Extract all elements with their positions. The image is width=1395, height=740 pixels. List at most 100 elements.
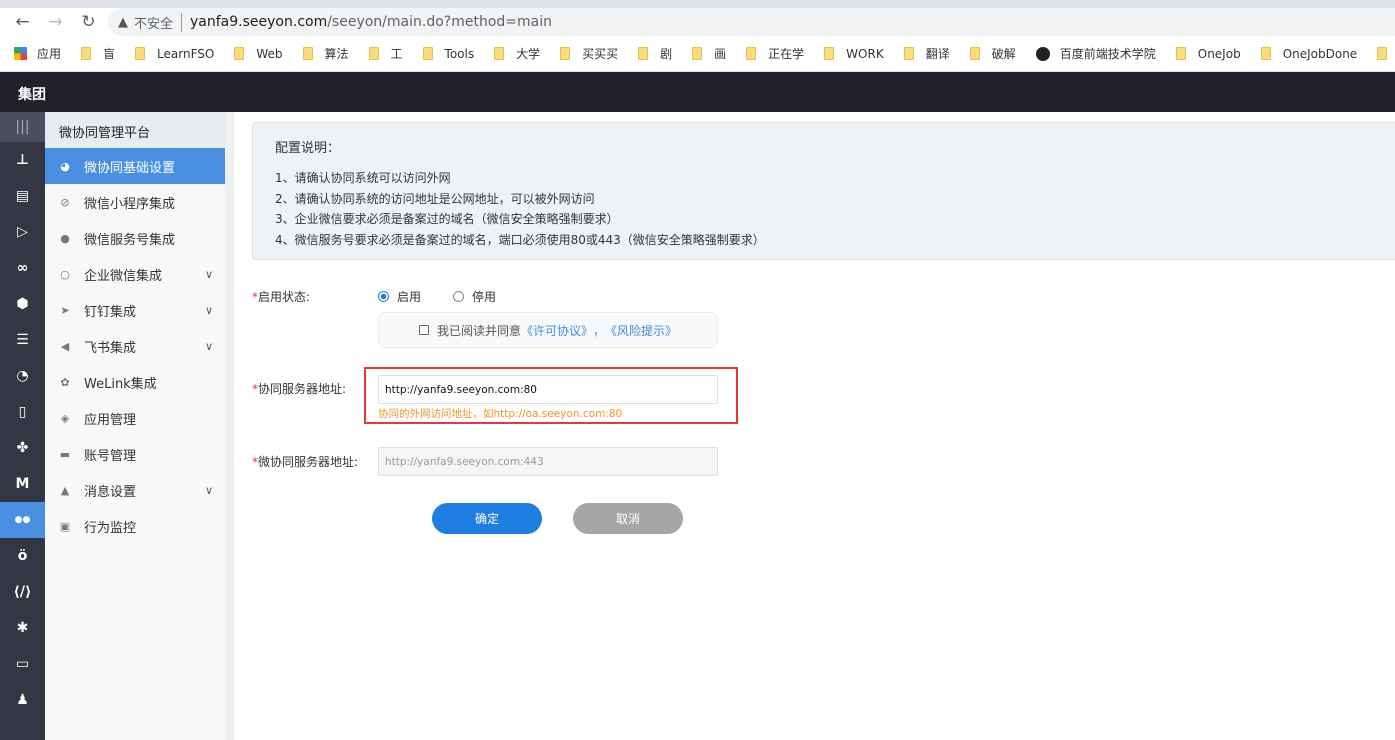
menu-icon[interactable]: ||| — [0, 112, 45, 142]
menu-item-label: 微信服务号集成 — [84, 232, 176, 248]
bookmark[interactable]: 计算机 — [1377, 45, 1395, 62]
chevron-down-icon[interactable]: ∨ — [205, 340, 213, 353]
bookmark[interactable]: 翻译 — [903, 45, 950, 62]
confirm-button[interactable]: 确定 — [432, 503, 542, 534]
menu-item[interactable]: ▲ 消息设置 ∨ — [45, 472, 225, 508]
radio-checked-icon[interactable] — [378, 291, 389, 302]
agree-checkbox[interactable] — [418, 325, 429, 335]
wechat-icon: ● — [60, 231, 70, 245]
bookmark-label: 工 — [390, 47, 403, 61]
radio-disable[interactable]: 停用 — [453, 288, 496, 305]
wechat-icon[interactable]: ●● — [0, 502, 45, 538]
bookmark-label: OneJobDone — [1282, 46, 1358, 61]
reload-icon[interactable]: ↻ — [72, 12, 105, 32]
apps-icon[interactable]: ✤ — [0, 430, 45, 466]
bookmark-label: 盲 — [103, 47, 116, 61]
user-icon[interactable]: ♟ — [0, 682, 45, 718]
computer-icon[interactable]: ▭ — [0, 646, 45, 682]
bookmark[interactable]: 盲 — [81, 45, 115, 62]
bookmark[interactable]: 画 — [692, 45, 726, 62]
flow-icon[interactable]: ▷ — [0, 214, 45, 250]
bookmark[interactable]: Web — [234, 47, 283, 61]
main-content: 配置说明： 1、请确认协同系统可以访问外网 2、请确认协同系统的访问地址是公网地… — [234, 112, 1395, 740]
bookmark-label: OneJob — [1197, 46, 1241, 61]
menu-item[interactable]: ◀ 飞书集成 ∨ — [45, 328, 225, 364]
bookmark-label: 百度前端技术学院 — [1059, 47, 1156, 61]
chat-icon: ○ — [60, 267, 70, 281]
bookmark[interactable]: OneJobDone — [1260, 46, 1358, 61]
bookmark[interactable]: Tools — [422, 46, 475, 61]
menu-item[interactable]: ✿ WeLink集成 — [45, 364, 225, 400]
bookmark[interactable]: 买买买 — [560, 45, 618, 62]
huawei-icon: ✿ — [60, 375, 70, 389]
server-address-input[interactable]: http://yanfa9.seeyon.com:80 — [378, 375, 718, 404]
folder-icon — [1175, 47, 1186, 60]
dashboard-icon[interactable]: ◔ — [0, 358, 45, 394]
cancel-button[interactable]: 取消 — [573, 503, 683, 534]
robot-icon[interactable]: ö — [0, 538, 45, 574]
menu-item[interactable]: ⊘ 微信小程序集成 — [45, 184, 225, 220]
m-icon[interactable]: M — [0, 466, 45, 502]
menu-item-label: WeLink集成 — [84, 376, 157, 392]
chevron-down-icon[interactable]: ∨ — [205, 304, 213, 317]
bookmark[interactable]: 工 — [368, 45, 403, 62]
org-icon[interactable]: ⊥ — [0, 142, 45, 178]
bookmark[interactable]: LearnFSO — [135, 47, 214, 61]
bookmark[interactable]: 大学 — [494, 45, 540, 62]
bookmark[interactable]: WORK — [824, 47, 884, 61]
bookmark-label: 正在学 — [768, 47, 805, 61]
menu-item[interactable]: ▣ 行为监控 — [45, 508, 225, 544]
bookmark[interactable]: 正在学 — [746, 45, 804, 62]
form-icon[interactable]: ▤ — [0, 178, 45, 214]
note-line: 1、请确认协同系统可以访问外网 — [275, 171, 451, 185]
bookmark-label: 买买买 — [582, 47, 619, 61]
note-line: 4、微信服务号要求必须是备案过的域名，端口必须使用80或443（微信安全策略强制… — [275, 232, 765, 247]
bookmark-label: 翻译 — [925, 47, 950, 61]
radio-unchecked-icon[interactable] — [453, 291, 464, 302]
menu-item[interactable]: ● 微信服务号集成 — [45, 220, 225, 256]
settings-icon[interactable]: ✱ — [0, 610, 45, 646]
menu-item[interactable]: ➤ 钉钉集成 ∨ — [45, 292, 225, 328]
folder-icon — [81, 47, 92, 60]
bookmark-label: 算法 — [324, 47, 349, 61]
status-label: *启用状态: — [252, 290, 311, 304]
folder-icon — [692, 47, 703, 60]
forward-icon[interactable]: → — [39, 12, 72, 32]
document-icon[interactable]: ▯ — [0, 394, 45, 430]
menu-item-label: 应用管理 — [84, 412, 137, 428]
icon-rail: ||| ⊥ ▤ ▷ ∞ ⬢ ☰ ◔ ▯ ✤ M ●● ö ⟨/⟩ ✱ ▭ ♟ — [0, 112, 45, 740]
menu-item[interactable]: ▬ 账号管理 — [45, 436, 225, 472]
bookmark[interactable]: 算法 — [302, 45, 349, 62]
bookmark-label: LearnFSO — [157, 46, 215, 61]
menu-item-label: 行为监控 — [84, 520, 137, 536]
cap-icon[interactable]: ⬢ — [0, 286, 45, 322]
address-bar[interactable]: ▲ 不安全 yanfa9.seeyon.com/seeyon/main.do?m… — [108, 8, 1395, 36]
chevron-down-icon[interactable]: ∨ — [205, 484, 213, 497]
bookmark[interactable]: 百度前端技术学院 — [1035, 45, 1156, 62]
header-title: 集团 — [18, 87, 46, 103]
chevron-down-icon[interactable]: ∨ — [205, 268, 213, 281]
back-icon[interactable]: ← — [6, 12, 39, 32]
bookmark[interactable]: 剧 — [638, 45, 672, 62]
link-icon[interactable]: ∞ — [0, 250, 45, 286]
note-line: 2、请确认协同系统的访问地址是公网地址，可以被外网访问 — [275, 191, 595, 206]
folder-icon — [969, 47, 980, 60]
bookmark[interactable]: OneJob — [1175, 46, 1241, 61]
note-line: 3、企业微信要求必须是备案过的域名（微信安全策略强制要求） — [275, 212, 619, 226]
server-label: *协同服务器地址: — [252, 382, 347, 396]
menu-item[interactable]: ◕ 微协同基础设置 — [45, 148, 225, 184]
risk-link[interactable]: 《风险提示》 — [605, 322, 677, 339]
bookmark[interactable]: 应用 — [14, 45, 61, 62]
license-link[interactable]: 《许可协议》 — [521, 322, 593, 339]
menu-item-label: 账号管理 — [84, 448, 137, 464]
radio-enable[interactable]: 启用 — [378, 288, 421, 305]
menu-item[interactable]: ○ 企业微信集成 ∨ — [45, 256, 225, 292]
folder-icon — [422, 47, 433, 60]
database-icon[interactable]: ☰ — [0, 322, 45, 358]
bookmark-label: Tools — [444, 46, 475, 61]
folder-icon — [1260, 47, 1271, 60]
code-icon[interactable]: ⟨/⟩ — [0, 574, 45, 610]
menu-item[interactable]: ◈ 应用管理 — [45, 400, 225, 436]
bookmark[interactable]: 破解 — [969, 45, 1016, 62]
micro-server-input: http://yanfa9.seeyon.com:443 — [378, 447, 718, 476]
